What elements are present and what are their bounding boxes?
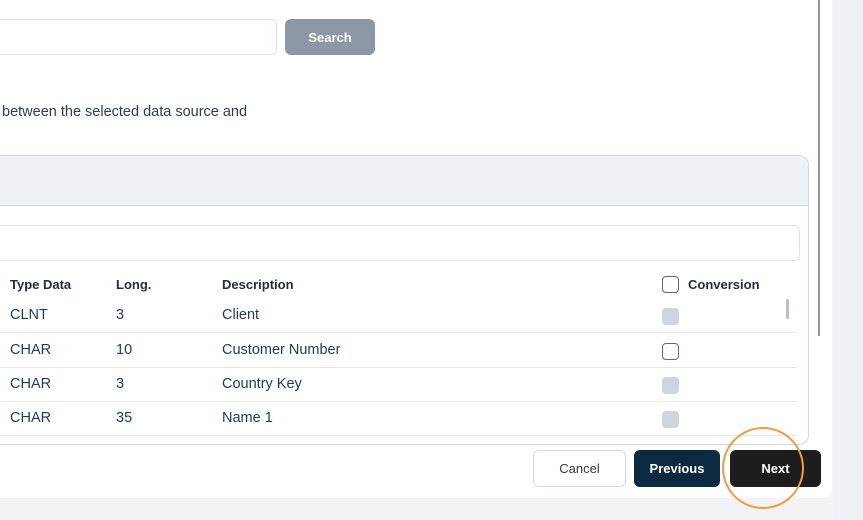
page-background-strip: [834, 0, 863, 520]
table-row: CHAR 3 Country Key: [0, 368, 797, 402]
column-header-description: Description: [222, 277, 294, 292]
cell-type: CHAR: [10, 376, 52, 392]
page-scrollbar[interactable]: [818, 0, 820, 336]
cell-description: Country Key: [222, 376, 302, 392]
cell-description: Client: [222, 307, 260, 323]
cell-type: CHAR: [10, 410, 52, 426]
cell-long: 10: [116, 342, 133, 358]
conversion-checkbox: [662, 377, 679, 394]
cancel-button[interactable]: Cancel: [533, 450, 626, 487]
column-header-type-data: Type Data: [10, 277, 72, 292]
search-input[interactable]: [0, 19, 277, 55]
table-filter-input[interactable]: [0, 225, 800, 261]
previous-button[interactable]: Previous: [634, 450, 720, 487]
cell-type: CHAR: [10, 342, 52, 358]
column-header-long: Long.: [116, 277, 152, 292]
cell-long: 3: [116, 376, 125, 392]
conversion-checkbox: [662, 411, 679, 428]
cell-description: Customer Number: [222, 342, 341, 358]
cell-long: 3: [116, 307, 125, 323]
panel-header: [0, 156, 808, 206]
cell-long: 35: [116, 410, 133, 426]
conversion-checkbox[interactable]: [662, 343, 679, 360]
column-header-conversion: Conversion: [688, 277, 760, 292]
conversion-select-all-checkbox[interactable]: [662, 276, 679, 293]
search-button[interactable]: Search: [285, 19, 375, 55]
mapping-panel: Type Data Long. Description Conversion C…: [0, 155, 809, 445]
conversion-checkbox: [662, 308, 679, 325]
table-row: CHAR 10 Customer Number: [0, 334, 797, 368]
table-row: CHAR 35 Name 1: [0, 402, 797, 436]
cell-type: CLNT: [10, 307, 48, 323]
table-row: CLNT 3 Client: [0, 299, 797, 333]
next-button[interactable]: Next: [730, 450, 821, 487]
cell-description: Name 1: [222, 410, 273, 426]
step-description: between the selected data source and: [2, 104, 248, 120]
wizard-card: Search between the selected data source …: [0, 0, 832, 498]
